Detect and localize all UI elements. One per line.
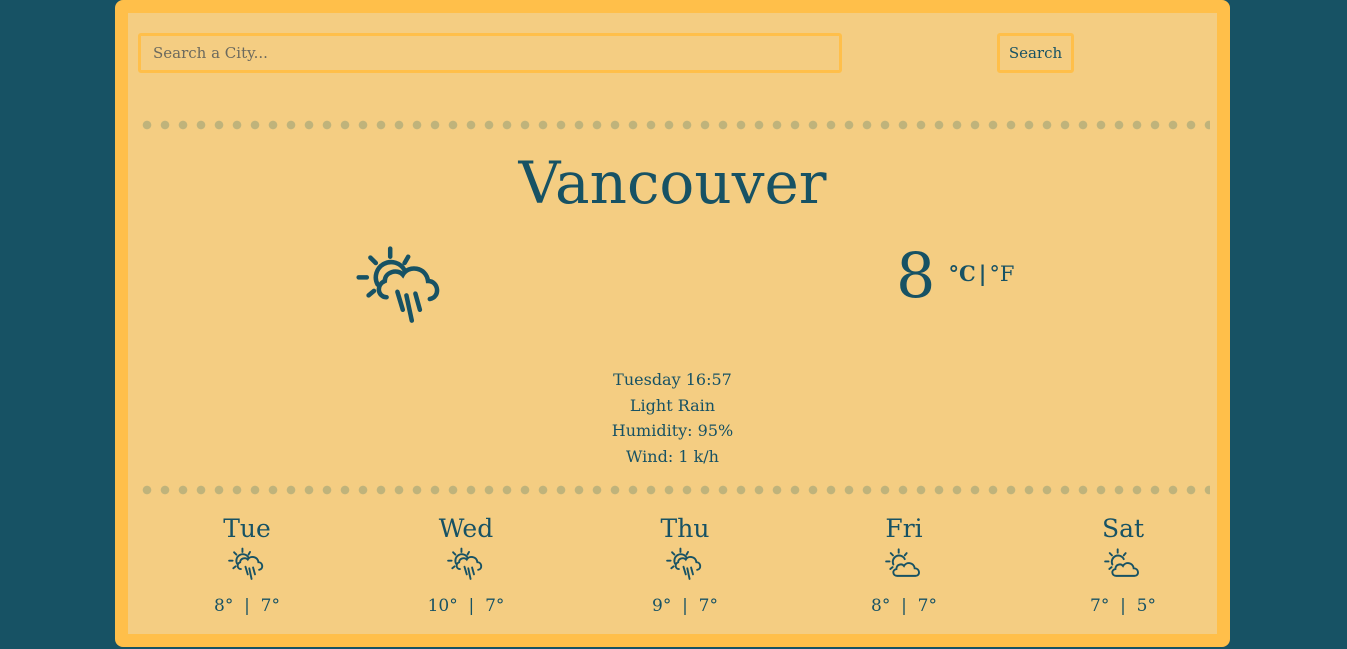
wind: Wind: 1 k/h <box>626 446 719 466</box>
forecast-temps: 7° | 5° <box>1090 596 1156 616</box>
forecast-day-name: Wed <box>438 514 494 543</box>
weather-app: Search Vancouver 8 °C|°F Tuesday 16:57 L… <box>115 0 1230 647</box>
forecast-day: Wed 10° | 7° <box>396 513 536 617</box>
weather-description: Light Rain <box>629 395 716 415</box>
partly-cloudy-icon <box>1104 547 1142 585</box>
date-time: Tuesday 16:57 <box>613 370 732 389</box>
forecast-day-name: Fri <box>885 514 923 543</box>
current-temperature: 8 °C | °F <box>896 241 1014 311</box>
dotted-divider-top <box>138 120 1210 130</box>
forecast-day-name: Sat <box>1101 514 1145 543</box>
sun-cloud-rain-icon <box>666 547 704 585</box>
forecast: Tue 8° | 7° Wed 10° | 7° Thu 9° | 7° Fri… <box>128 513 1217 623</box>
unit-toggle: °C | °F <box>949 261 1015 286</box>
sun-cloud-rain-icon <box>447 547 485 585</box>
forecast-day: Fri 8° | 7° <box>834 513 974 617</box>
city-name: Vancouver <box>518 149 827 217</box>
weather-details: Tuesday 16:57 Light Rain Humidity: 95% W… <box>128 367 1217 469</box>
forecast-day: Tue 8° | 7° <box>177 513 317 617</box>
sun-cloud-rain-icon <box>356 245 446 335</box>
partly-cloudy-icon <box>885 547 923 585</box>
fahrenheit-link[interactable]: °F <box>989 262 1014 286</box>
forecast-day-name: Thu <box>660 514 710 543</box>
unit-separator: | <box>978 261 987 286</box>
forecast-day-name: Tue <box>223 514 271 543</box>
forecast-day: Thu 9° | 7° <box>615 513 755 617</box>
dotted-divider-bottom <box>138 485 1210 495</box>
sun-cloud-rain-icon <box>228 547 266 585</box>
forecast-temps: 8° | 7° <box>214 596 280 616</box>
search-button[interactable]: Search <box>997 33 1074 73</box>
weather-panel: Search Vancouver 8 °C|°F Tuesday 16:57 L… <box>128 13 1217 634</box>
celsius-link[interactable]: °C <box>949 261 976 286</box>
city-search-input[interactable] <box>138 33 842 73</box>
humidity: Humidity: 95% <box>611 421 734 440</box>
forecast-temps: 9° | 7° <box>652 596 718 616</box>
forecast-temps: 10° | 7° <box>427 596 505 616</box>
forecast-day: Sat 7° | 5° <box>1053 513 1193 617</box>
temperature-value: 8 <box>896 239 936 312</box>
forecast-temps: 8° | 7° <box>871 596 937 616</box>
